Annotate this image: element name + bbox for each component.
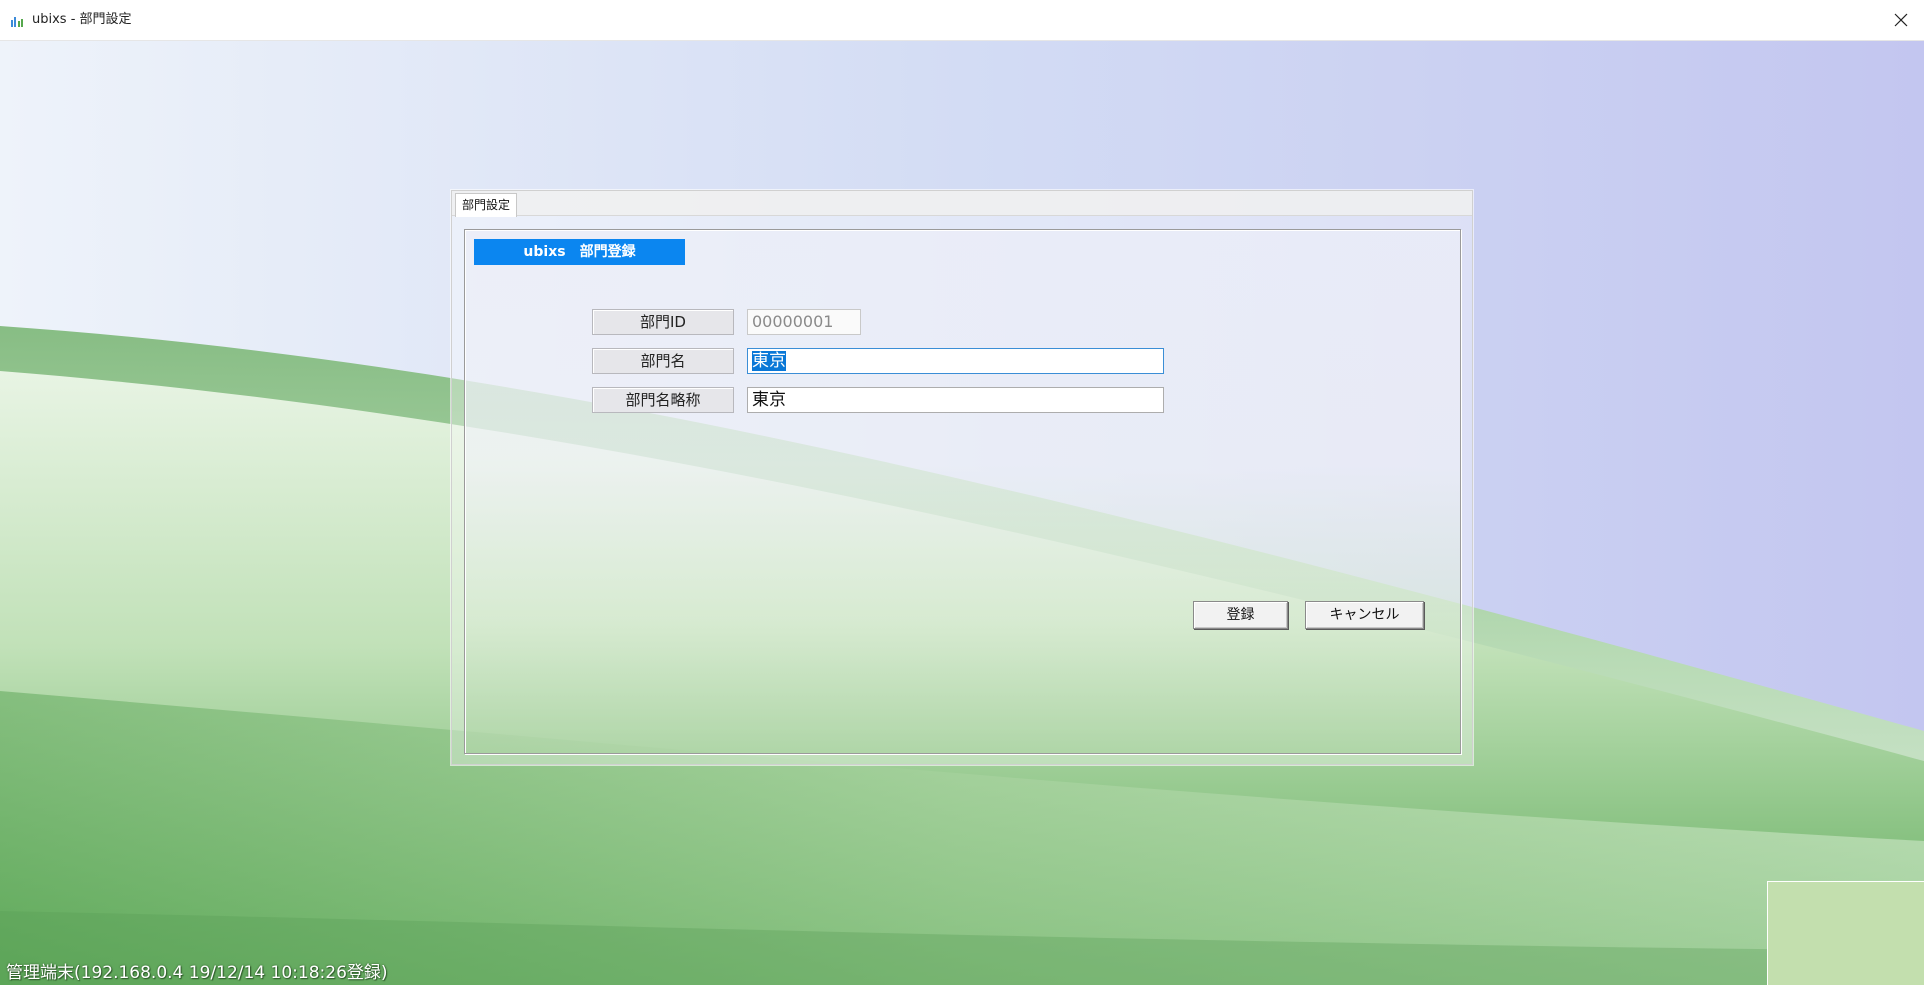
department-form-panel: ubixs 部門登録 部門ID 00000001 部門名 東京 部門名略称 東京… <box>464 229 1461 754</box>
tab-strip: 部門設定 <box>452 191 1472 217</box>
close-icon <box>1894 13 1908 27</box>
department-name-field[interactable]: 東京 <box>747 348 1164 374</box>
window-title: ubixs - 部門設定 <box>32 12 132 27</box>
department-settings-dialog: 部門設定 ubixs 部門登録 部門ID 00000001 部門名 東京 部門名… <box>451 190 1473 765</box>
cancel-button[interactable]: キャンセル <box>1305 601 1424 629</box>
panel-header: ubixs 部門登録 <box>474 239 685 265</box>
close-button[interactable] <box>1878 0 1924 40</box>
title-bar: ubixs - 部門設定 <box>0 0 1924 41</box>
department-short-name-field[interactable]: 東京 <box>747 387 1164 413</box>
department-name-label: 部門名 <box>592 348 734 374</box>
department-id-label: 部門ID <box>592 309 734 335</box>
department-name-value: 東京 <box>752 351 786 371</box>
app-window: ubixs - 部門設定 部門設定 ubixs 部門登録 部門ID 000000… <box>0 0 1924 985</box>
department-short-name-label: 部門名略称 <box>592 387 734 413</box>
register-button[interactable]: 登録 <box>1193 601 1288 629</box>
status-text: 管理端末(192.168.0.4 19/12/14 10:18:26登録) <box>6 963 388 983</box>
app-icon <box>11 17 23 27</box>
tab-department-settings[interactable]: 部門設定 <box>455 193 518 217</box>
corner-panel <box>1767 881 1924 985</box>
department-id-field[interactable]: 00000001 <box>747 309 861 335</box>
